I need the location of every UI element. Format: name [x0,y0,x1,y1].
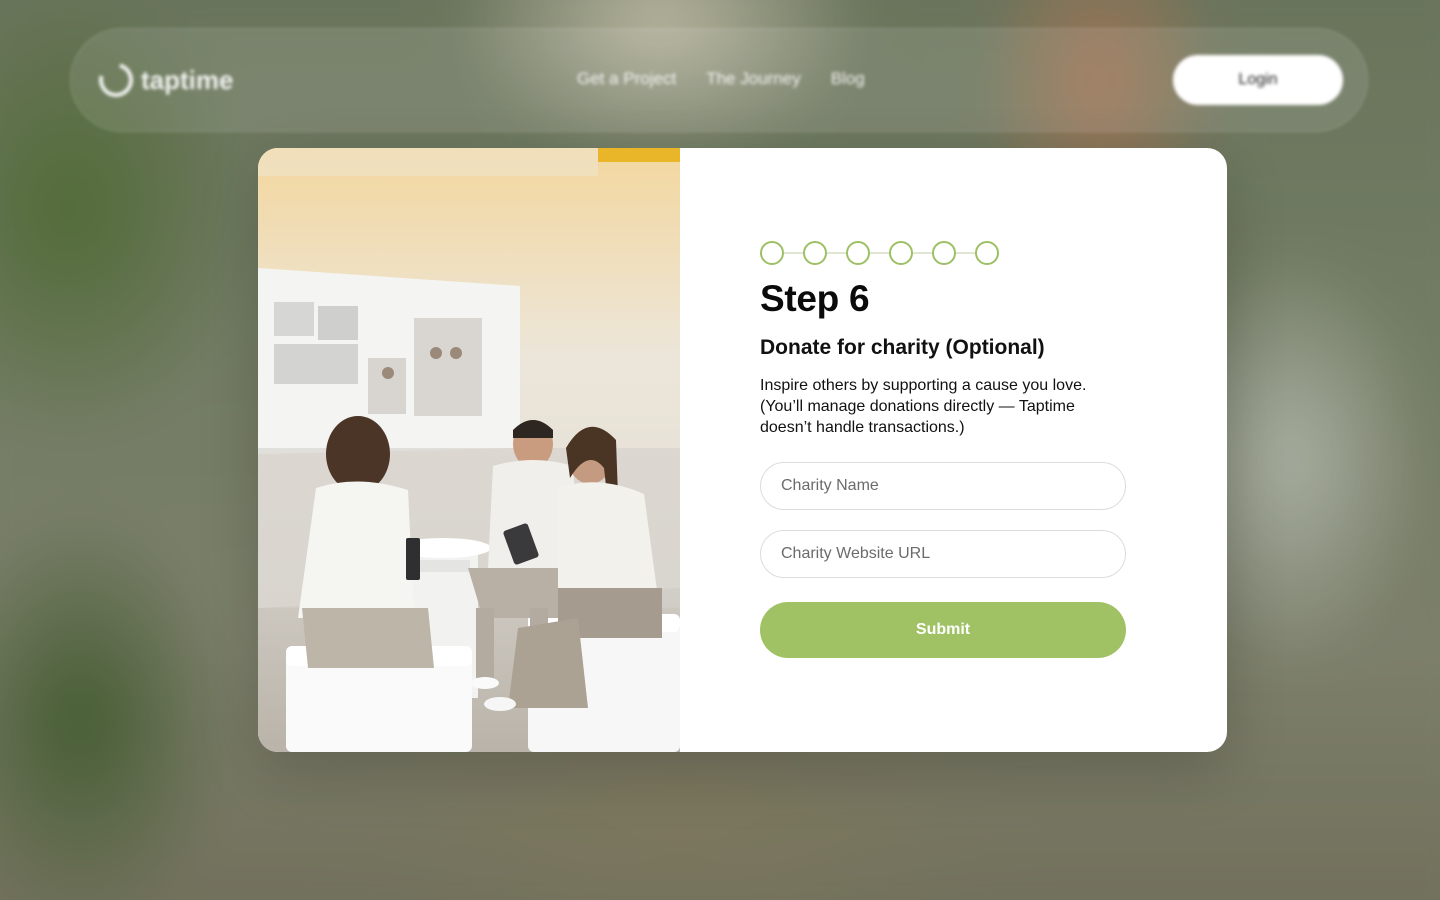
step-indicator-1 [760,241,784,265]
step-connector [784,252,803,254]
charity-name-input[interactable] [760,462,1126,510]
step-connector [956,252,975,254]
nav-link-blog[interactable]: Blog [831,69,865,89]
step-progress-indicator [760,241,999,265]
top-navigation: taptime Get a Project The Journey Blog L… [70,28,1368,132]
charity-form: Step 6 Donate for charity (Optional) Ins… [680,148,1227,752]
step-indicator-4 [889,241,913,265]
nav-link-get-a-project[interactable]: Get a Project [577,69,676,89]
team-meeting-photo [258,148,680,752]
step-connector [870,252,889,254]
step-indicator-6 [975,241,999,265]
step-connector [827,252,846,254]
step-indicator-3 [846,241,870,265]
brand-logo[interactable]: taptime [92,56,234,104]
charity-step-modal: Step 6 Donate for charity (Optional) Ins… [258,148,1227,752]
nav-link-the-journey[interactable]: The Journey [706,69,801,89]
step-subtitle: Donate for charity (Optional) [760,336,1045,359]
step-indicator-5 [932,241,956,265]
submit-button[interactable]: Submit [760,602,1126,658]
login-button[interactable]: Login [1173,55,1343,105]
nav-links: Get a Project The Journey Blog [577,69,865,89]
step-indicator-2 [803,241,827,265]
step-description: Inspire others by supporting a cause you… [760,377,1087,436]
brand-name: taptime [141,64,234,95]
step-connector [913,252,932,254]
step-title: Step 6 [760,278,870,319]
taptime-logo-icon [92,56,140,104]
team-meeting-illustration [258,148,680,752]
charity-website-url-input[interactable] [760,530,1126,578]
